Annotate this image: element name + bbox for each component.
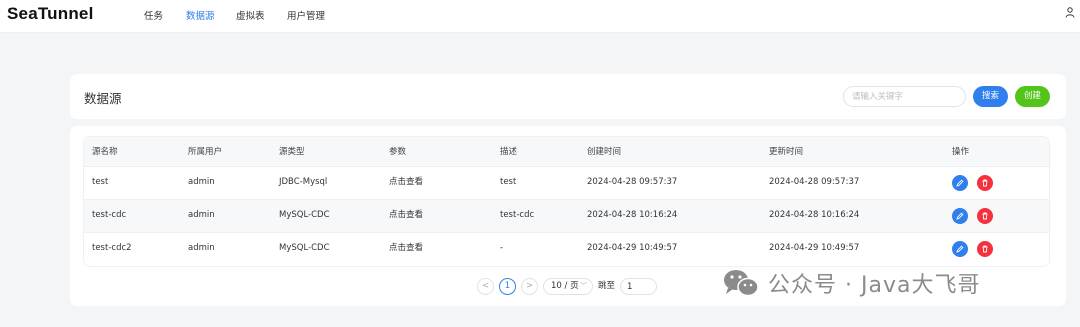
page-size-select[interactable]: 10 / 页 ﹀	[543, 278, 593, 295]
search-button[interactable]: 搜索	[973, 86, 1008, 107]
datasource-table: 源名称 所属用户 源类型 参数 描述 创建时间 更新时间 操作 test adm…	[84, 137, 1049, 266]
jump-to-label: 跳至	[598, 281, 616, 291]
view-params-link[interactable]: 点击查看	[389, 167, 423, 198]
search-input[interactable]	[843, 86, 966, 107]
create-button[interactable]: 创建	[1015, 86, 1050, 107]
cell-name: test-cdc2	[92, 243, 132, 253]
cell-created: 2024-04-29 10:49:57	[587, 243, 678, 253]
trash-icon	[982, 179, 988, 187]
nav-item-user-management[interactable]: 用户管理	[287, 8, 325, 22]
watermark: 公众号 · Java大飞哥	[722, 263, 980, 303]
column-header-user: 所属用户	[188, 147, 223, 157]
pencil-icon	[956, 245, 964, 253]
cell-updated: 2024-04-29 10:49:57	[769, 243, 860, 253]
delete-button[interactable]	[977, 208, 993, 224]
cell-created: 2024-04-28 10:16:24	[587, 210, 678, 220]
table-row: test-cdc2 admin MySQL-CDC 点击查看 - 2024-04…	[84, 233, 1049, 266]
delete-button[interactable]	[977, 175, 993, 191]
cell-desc: test	[500, 177, 517, 187]
jump-page-input[interactable]	[620, 278, 657, 295]
table-header: 源名称 所属用户 源类型 参数 描述 创建时间 更新时间 操作	[84, 137, 1049, 167]
chevron-down-icon: ﹀	[580, 282, 587, 290]
cell-type: MySQL-CDC	[279, 210, 330, 220]
view-params-link[interactable]: 点击查看	[389, 233, 423, 264]
top-navbar: SeaTunnel 任务 数据源 虚拟表 用户管理	[0, 0, 1080, 33]
page-title: 数据源	[84, 91, 122, 106]
column-header-name: 源名称	[92, 147, 118, 157]
cell-type: JDBC-Mysql	[279, 177, 328, 187]
edit-button[interactable]	[952, 208, 968, 224]
next-page-button[interactable]: >	[521, 278, 538, 295]
table-row: test admin JDBC-Mysql 点击查看 test 2024-04-…	[84, 167, 1049, 200]
column-header-actions: 操作	[952, 147, 970, 157]
wechat-icon	[724, 270, 759, 297]
user-icon[interactable]	[1065, 7, 1075, 18]
cell-updated: 2024-04-28 10:16:24	[769, 210, 860, 220]
trash-icon	[982, 212, 988, 220]
column-header-type: 源类型	[279, 147, 305, 157]
cell-user: admin	[188, 210, 215, 220]
nav-item-virtual-table[interactable]: 虚拟表	[236, 8, 265, 22]
column-header-desc: 描述	[500, 147, 518, 157]
cell-name: test-cdc	[92, 210, 127, 220]
cell-created: 2024-04-28 09:57:37	[587, 177, 678, 187]
page-1-button[interactable]: 1	[499, 278, 516, 295]
column-header-created: 创建时间	[587, 147, 622, 157]
trash-icon	[982, 245, 988, 253]
cell-type: MySQL-CDC	[279, 243, 330, 253]
datasource-header-card: 数据源 搜索 创建	[70, 74, 1066, 119]
app-logo: SeaTunnel	[7, 4, 94, 23]
nav-item-datasource[interactable]: 数据源	[186, 8, 215, 22]
nav-item-tasks[interactable]: 任务	[144, 8, 163, 22]
delete-button[interactable]	[977, 241, 993, 257]
page-size-value: 10 / 页	[551, 281, 579, 291]
cell-name: test	[92, 177, 109, 187]
cell-updated: 2024-04-28 09:57:37	[769, 177, 860, 187]
cell-user: admin	[188, 177, 215, 187]
edit-button[interactable]	[952, 175, 968, 191]
pencil-icon	[956, 212, 964, 220]
edit-button[interactable]	[952, 241, 968, 257]
view-params-link[interactable]: 点击查看	[389, 200, 423, 231]
cell-desc: -	[500, 243, 504, 253]
cell-desc: test-cdc	[500, 210, 535, 220]
cell-user: admin	[188, 243, 215, 253]
column-header-updated: 更新时间	[769, 147, 804, 157]
pencil-icon	[956, 179, 964, 187]
column-header-params: 参数	[389, 147, 407, 157]
watermark-text: 公众号 · Java大飞哥	[768, 273, 981, 298]
prev-page-button[interactable]: <	[477, 278, 494, 295]
table-row: test-cdc admin MySQL-CDC 点击查看 test-cdc 2…	[84, 200, 1049, 233]
